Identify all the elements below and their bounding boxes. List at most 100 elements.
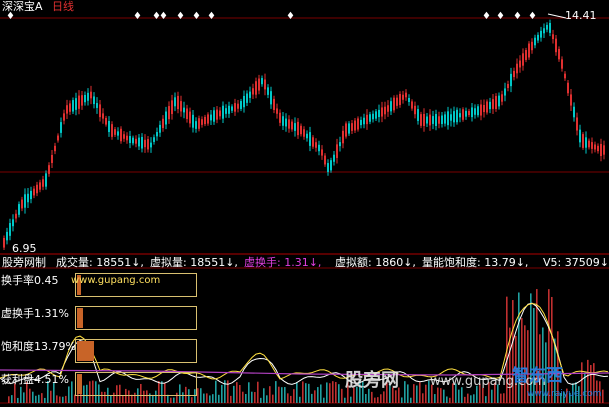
candle-body [60,122,62,133]
candle-body [396,97,398,106]
candle-body [279,112,281,123]
volume-bar [191,397,193,403]
candle-body [165,111,167,125]
candle-body [3,237,5,248]
candle-body [273,98,275,110]
candle-body [54,145,56,152]
candle-body [567,82,569,94]
candle-body [471,107,473,118]
candle-body [288,119,290,129]
candle-body [555,38,557,53]
candle-body [483,104,485,113]
volume-bar [338,384,340,403]
candle-body [366,114,368,125]
volume-bar [221,384,223,403]
volume-bar [464,396,466,403]
candle-body [579,129,581,143]
candle-body [435,114,437,126]
candle-body [597,145,599,152]
candle-body [210,114,212,121]
signal-marker: ♦ [6,11,15,22]
candle-body [57,135,59,141]
candle-body [234,103,236,112]
candle-body [591,142,593,149]
candle-body [360,119,362,126]
candle-body [72,100,74,112]
gauge-virtual-turnover [75,306,197,330]
candle-body [108,120,110,133]
candle-body [48,165,50,174]
volume-bar [41,393,43,403]
candle-body [336,144,338,158]
volume-bar [344,397,346,403]
volume-bar [248,382,250,403]
candle-body [111,124,113,137]
volume-bar [449,397,451,403]
signal-marker: ♦ [482,11,491,22]
candle-body [585,137,587,148]
candle-body [333,154,335,162]
volume-bar [320,384,322,403]
stat-virtual-amount: 虚拟额: 1860↓, [335,256,416,269]
volume-bar [446,396,448,403]
candle-body [594,144,596,150]
candle-body [531,41,533,51]
candle-body [252,88,254,95]
candle-body [588,140,590,148]
candle-body [450,114,452,121]
candle-body [423,114,425,126]
candle-body [570,94,572,106]
volume-bar [458,389,460,403]
gauge-virtual-turnover-label: 虚换手1.31% [1,307,69,320]
candle-body [24,194,26,208]
candle-body [399,94,401,105]
candle-body [549,22,551,33]
signal-marker: ♦ [176,11,185,22]
candle-body [489,101,491,110]
volume-bar [308,383,310,403]
stat-volume: 成交量: 18551↓, [56,256,144,269]
candle-body [18,204,20,215]
candle-body [153,137,155,142]
candle-body [429,114,431,126]
volume-bar [200,388,202,403]
candle-body [267,87,269,95]
candle-body [495,96,497,109]
stat-virtual-turnover: 虚换手: 1.31↓, [244,256,322,269]
candle-body [66,105,68,114]
candle-body [522,53,524,66]
volume-bar [350,396,352,403]
gauge-turnover-label: 换手率0.45 [1,274,59,287]
volume-bar [329,383,331,403]
candle-body [330,160,332,171]
candle-body [354,120,356,131]
candle-body [303,129,305,137]
signal-marker: ♦ [207,11,216,22]
candle-body [378,109,380,118]
candle-body [600,143,602,157]
candle-body [324,155,326,165]
candlestick-series [3,19,605,251]
indicator-name: 股旁网制 [2,256,46,269]
candle-body [501,94,503,102]
candle-body [180,101,182,112]
candle-body [102,113,104,119]
volume-bar [251,391,253,403]
volume-bar [206,393,208,403]
volume-bar [20,386,22,403]
candle-body [126,135,128,141]
candle-body [222,105,224,119]
candle-body [474,108,476,115]
volume-bar [332,381,334,403]
candle-body [300,125,302,135]
volume-bar [29,388,31,403]
candle-body [558,49,560,60]
volume-bar [23,392,25,403]
candle-body [105,117,107,125]
brand-watermark: 股旁网 [345,370,399,391]
candle-body [381,107,383,117]
candle-body [93,96,95,105]
period-label[interactable]: 日线 [52,1,74,13]
volume-bar [71,381,73,403]
volume-bar [314,390,316,403]
